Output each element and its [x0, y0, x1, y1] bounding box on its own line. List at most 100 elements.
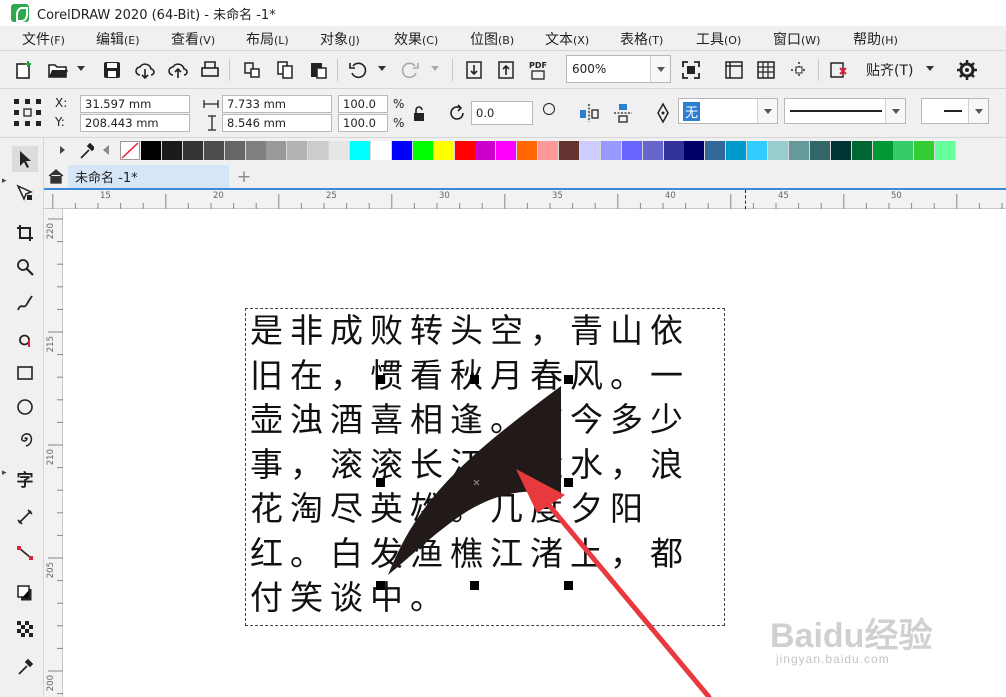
selection-handle[interactable] [564, 478, 573, 487]
mirror-vertical-icon[interactable] [612, 102, 634, 127]
color-swatch[interactable] [161, 141, 183, 160]
color-swatch[interactable] [705, 141, 727, 160]
menu-file[interactable]: 文件(F) [22, 29, 65, 49]
rotation-field[interactable]: 0.0 [471, 101, 533, 125]
color-swatch[interactable] [266, 141, 288, 160]
selection-handle[interactable] [376, 375, 385, 384]
no-color-swatch[interactable] [120, 141, 140, 160]
selection-handle[interactable] [470, 581, 479, 590]
copy-icon[interactable] [273, 58, 297, 82]
menu-text[interactable]: 文本(X) [545, 29, 589, 49]
redo-icon[interactable] [398, 58, 422, 82]
chevron-down-icon[interactable] [968, 99, 988, 123]
menu-tools[interactable]: 工具(O) [696, 29, 741, 49]
color-swatch[interactable] [182, 141, 204, 160]
width-field[interactable]: 7.733 mm [222, 95, 332, 113]
show-grid-icon[interactable] [754, 58, 778, 82]
color-swatch[interactable] [224, 141, 246, 160]
spiral-tool-icon[interactable] [12, 426, 38, 452]
fill-select[interactable]: 无 [678, 98, 778, 124]
text-tool-icon[interactable]: 字 [12, 465, 38, 491]
menu-edit[interactable]: 编辑(E) [96, 29, 140, 49]
export-file-icon[interactable] [494, 58, 518, 82]
selection-handle[interactable] [376, 478, 385, 487]
publish-pdf-icon[interactable]: PDF [526, 58, 550, 82]
color-swatch[interactable] [726, 141, 748, 160]
toolbox-flyout-icon[interactable]: ▸ [2, 468, 7, 478]
x-position-field[interactable]: 31.597 mm [80, 95, 190, 113]
height-field[interactable]: 8.546 mm [222, 114, 332, 132]
color-swatch[interactable] [433, 141, 455, 160]
print-icon[interactable] [198, 58, 222, 82]
reference-point-icon[interactable] [12, 97, 44, 129]
line-style-select[interactable] [921, 98, 989, 124]
menu-view[interactable]: 查看(V) [171, 29, 215, 49]
mirror-horizontal-icon[interactable] [578, 102, 600, 127]
undo-icon[interactable] [346, 58, 370, 82]
color-swatch[interactable] [245, 141, 267, 160]
palette-expand-icon[interactable] [60, 146, 65, 154]
open-dropdown-icon[interactable] [77, 66, 85, 71]
freehand-tool-icon[interactable] [12, 290, 38, 316]
color-swatch[interactable] [370, 141, 392, 160]
selection-handle[interactable] [470, 375, 479, 384]
color-swatch[interactable] [663, 141, 685, 160]
options-gear-icon[interactable] [955, 58, 979, 82]
line-width-select[interactable] [784, 98, 906, 124]
show-guidelines-icon[interactable] [787, 58, 811, 82]
new-document-icon[interactable] [12, 58, 36, 82]
import-icon[interactable] [240, 58, 264, 82]
color-swatch[interactable] [538, 141, 560, 160]
cloud-download-icon[interactable] [133, 58, 157, 82]
color-swatch[interactable] [496, 141, 518, 160]
color-swatch[interactable] [768, 141, 789, 160]
color-swatch[interactable] [329, 141, 351, 160]
scale-y-field[interactable]: 100.0 [338, 114, 388, 132]
color-swatch[interactable] [684, 141, 706, 160]
selection-handle[interactable] [376, 581, 385, 590]
pick-tool-icon[interactable] [12, 146, 38, 172]
menu-help[interactable]: 帮助(H) [853, 29, 898, 49]
color-swatch[interactable] [788, 141, 810, 160]
show-rulers-icon[interactable] [722, 58, 746, 82]
snap-to-button[interactable]: 贴齐(T) [866, 60, 913, 80]
color-swatch[interactable] [809, 141, 831, 160]
color-swatch[interactable] [475, 141, 497, 160]
drop-shadow-tool-icon[interactable] [12, 580, 38, 606]
color-swatch[interactable] [141, 141, 162, 160]
color-swatch[interactable] [600, 141, 622, 160]
snap-dropdown-icon[interactable] [926, 66, 934, 71]
color-swatch[interactable] [893, 141, 915, 160]
color-swatch[interactable] [412, 141, 434, 160]
color-swatch[interactable] [308, 141, 330, 160]
paste-icon[interactable] [306, 58, 330, 82]
scale-x-field[interactable]: 100.0 [338, 95, 388, 113]
color-swatch[interactable] [621, 141, 643, 160]
home-icon[interactable] [48, 168, 64, 184]
tab-untitled-document[interactable]: 未命名 -1* [68, 165, 229, 188]
dimension-tool-icon[interactable] [12, 504, 38, 530]
menu-object[interactable]: 对象(J) [320, 29, 360, 49]
menu-window[interactable]: 窗口(W) [773, 29, 820, 49]
redo-dropdown-icon[interactable] [431, 66, 439, 71]
chevron-down-icon[interactable] [885, 99, 905, 123]
palette-scroll-left-icon[interactable] [103, 145, 109, 155]
color-swatch[interactable] [391, 141, 413, 160]
cloud-upload-icon[interactable] [166, 58, 190, 82]
snap-off-icon[interactable] [827, 58, 851, 82]
selection-handle[interactable] [564, 375, 573, 384]
lock-ratio-icon[interactable] [412, 106, 426, 125]
import-file-icon[interactable] [462, 58, 486, 82]
color-swatch[interactable] [454, 141, 476, 160]
transparency-tool-icon[interactable] [12, 616, 38, 642]
color-swatch[interactable] [579, 141, 601, 160]
zoom-tool-icon[interactable] [12, 254, 38, 280]
color-swatch[interactable] [203, 141, 225, 160]
rectangle-tool-icon[interactable] [12, 360, 38, 386]
color-swatch[interactable] [747, 141, 769, 160]
menu-table[interactable]: 表格(T) [620, 29, 663, 49]
color-swatch[interactable] [559, 141, 580, 160]
menu-layout[interactable]: 布局(L) [246, 29, 289, 49]
save-icon[interactable] [100, 58, 124, 82]
vertical-ruler[interactable]: 220 215 210 205 200 [44, 209, 63, 697]
